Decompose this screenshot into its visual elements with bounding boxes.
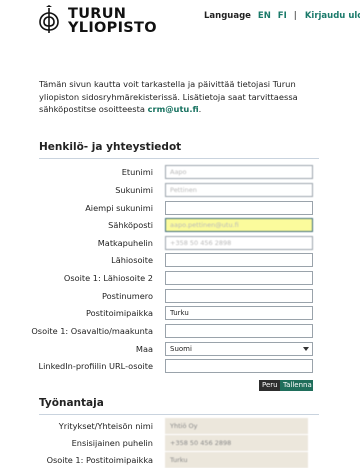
street-address-input[interactable] [165, 253, 313, 267]
address-line-2-label: Osoite 1: Lähiosoite 2 [63, 273, 153, 283]
row-street-address: Lähiosoite [0, 253, 360, 268]
address-line-2-input[interactable] [165, 271, 313, 285]
intro-text: Tämän sivun kautta voit tarkastella ja p… [39, 78, 329, 116]
company-name-value: Yhtiö Oy [165, 418, 308, 434]
row-company-name: Yritykset/Yhteisön nimi Yhtiö Oy [0, 418, 360, 434]
row-linkedin: LinkedIn-profiilin URL-osoite [0, 359, 360, 374]
country-label: Maa [135, 344, 153, 354]
save-button[interactable]: Tallenna [280, 380, 313, 391]
mobile-input[interactable]: +358 50 456 2898 [165, 236, 313, 250]
university-crest-icon[interactable] [36, 5, 62, 36]
first-name-label: Etunimi [121, 167, 153, 177]
country-select[interactable]: Suomi [165, 342, 313, 356]
university-name[interactable]: TURUN YLIOPISTO [68, 6, 157, 36]
state-label: Osoite 1: Osavaltio/maakunta [31, 326, 153, 336]
row-employer-city: Osoite 1: Postitoimipaikka Turku [0, 452, 360, 468]
email-label: Sähköposti [108, 220, 153, 230]
employer-city-label: Osoite 1: Postitoimipaikka [46, 455, 153, 465]
row-city: Postitoimipaikka Turku [0, 306, 360, 321]
nav-separator: | [293, 11, 297, 21]
top-navigation: Language EN FI | Kirjaudu ulos [204, 11, 360, 21]
language-fi-link[interactable]: FI [278, 11, 287, 21]
city-label: Postitoimipaikka [86, 308, 153, 318]
row-country: Maa Suomi [0, 342, 360, 357]
chevron-down-icon [303, 347, 309, 351]
logout-link[interactable]: Kirjaudu ulos [305, 11, 360, 21]
primary-phone-value: +358 50 456 2898 [165, 435, 308, 451]
row-previous-last-name: Aiempi sukunimi [0, 201, 360, 216]
postal-code-input[interactable] [165, 289, 313, 303]
last-name-input[interactable]: Pettinen [165, 183, 313, 197]
personal-section-divider [39, 158, 319, 159]
row-mobile: Matkapuhelin +358 50 456 2898 [0, 236, 360, 251]
row-email: Sähköposti aapo.pettinen@utu.fi [0, 218, 360, 233]
row-address-line-2: Osoite 1: Lähiosoite 2 [0, 271, 360, 286]
linkedin-label: LinkedIn-profiilin URL-osoite [38, 361, 153, 371]
employer-section-divider [39, 414, 319, 415]
row-first-name: Etunimi Aapo [0, 165, 360, 180]
row-state: Osoite 1: Osavaltio/maakunta [0, 324, 360, 339]
row-last-name: Sukunimi Pettinen [0, 183, 360, 198]
employer-city-value: Turku [165, 452, 308, 468]
employer-section-title: Työnantaja [39, 397, 104, 409]
brand-line-1: TURUN [68, 6, 127, 22]
row-postal-code: Postinumero [0, 289, 360, 304]
language-en-link[interactable]: EN [258, 11, 271, 21]
primary-phone-label: Ensisijainen puhelin [71, 438, 153, 448]
cancel-button[interactable]: Peru [259, 380, 280, 391]
first-name-input[interactable]: Aapo [165, 165, 313, 179]
row-primary-phone: Ensisijainen puhelin +358 50 456 2898 [0, 435, 360, 451]
email-input[interactable]: aapo.pettinen@utu.fi [165, 218, 313, 232]
intro-end: . [198, 104, 202, 114]
language-label: Language [204, 11, 251, 21]
profile-page: TURUN YLIOPISTO Language EN FI | Kirjaud… [0, 0, 360, 468]
previous-last-name-label: Aiempi sukunimi [85, 203, 153, 213]
last-name-label: Sukunimi [115, 185, 153, 195]
postal-code-label: Postinumero [102, 291, 153, 301]
brand-line-2: YLIOPISTO [68, 20, 157, 36]
country-selected-value: Suomi [170, 345, 192, 353]
personal-section-title: Henkilö- ja yhteystiedot [39, 141, 182, 153]
linkedin-input[interactable] [165, 359, 313, 373]
city-input[interactable]: Turku [165, 306, 313, 320]
mobile-label: Matkapuhelin [97, 238, 153, 248]
previous-last-name-input[interactable] [165, 201, 313, 215]
company-name-label: Yritykset/Yhteisön nimi [58, 421, 153, 431]
contact-email-link[interactable]: crm@utu.fi [148, 104, 199, 114]
street-address-label: Lähiosoite [111, 255, 153, 265]
state-input[interactable] [165, 324, 313, 338]
site-header: TURUN YLIOPISTO Language EN FI | Kirjaud… [0, 0, 360, 42]
